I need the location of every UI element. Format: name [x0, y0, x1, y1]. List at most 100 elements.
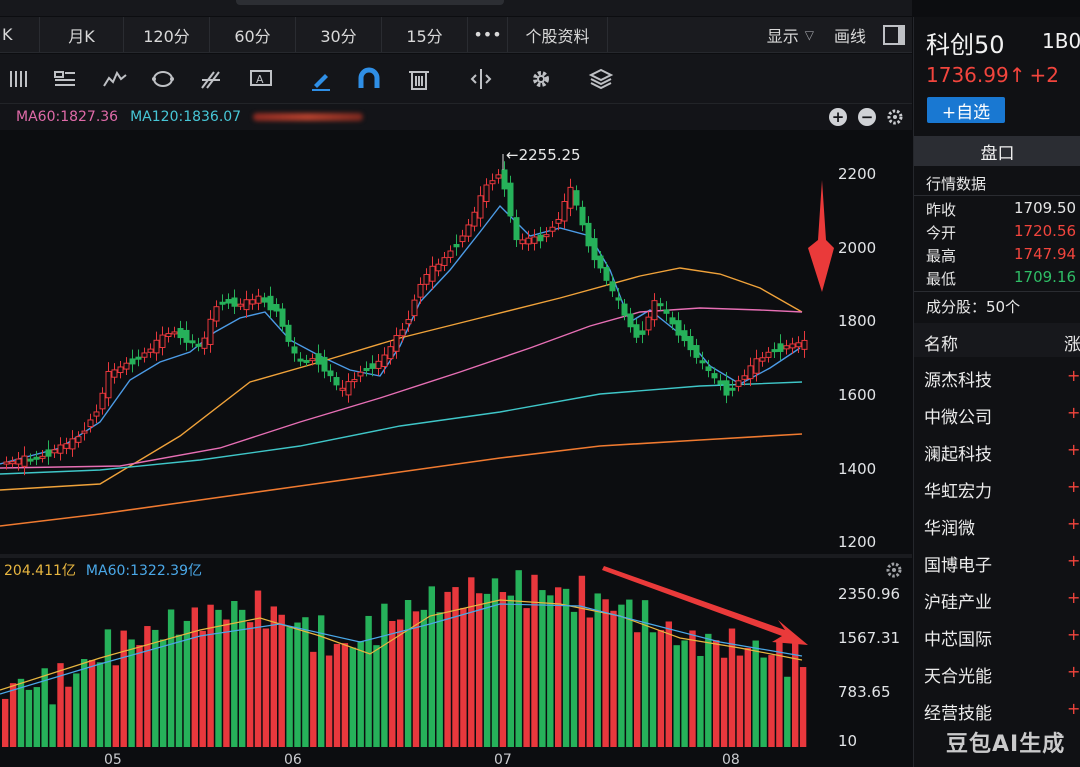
constituent-change: + [1067, 551, 1080, 570]
constituent-change: + [1067, 477, 1080, 496]
list-item[interactable]: 沪硅产业 + [914, 581, 1080, 618]
list-item[interactable]: 国博电子 + [914, 544, 1080, 581]
column-name[interactable]: 名称 [924, 330, 958, 355]
list-item[interactable]: 华润微 + [914, 507, 1080, 544]
candle-body [471, 211, 478, 227]
volume-bar [744, 647, 751, 747]
list-item[interactable]: 源杰科技 + [914, 359, 1080, 396]
constituent-name: 中芯国际 [924, 630, 992, 650]
candle-body [447, 250, 454, 258]
split-arrows-icon[interactable] [468, 66, 494, 92]
candle-body [231, 297, 238, 307]
candle-body [543, 234, 550, 238]
kline-chart[interactable] [0, 130, 912, 767]
panel-layout-icon [883, 24, 905, 45]
candle-body [615, 297, 622, 301]
list-item[interactable]: 中微公司 + [914, 396, 1080, 433]
volume-bar [215, 609, 222, 747]
price-tick-2000: 2000 [838, 239, 877, 257]
volume-bar [610, 610, 617, 747]
volume-bar [333, 643, 341, 747]
text-lines-icon[interactable] [52, 66, 78, 92]
volume-bar [697, 655, 704, 747]
candle-body [789, 343, 796, 349]
svg-text:A: A [256, 73, 264, 86]
candle-body [315, 353, 322, 365]
list-item[interactable]: 澜起科技 + [914, 433, 1080, 470]
watermark: 豆包AI生成 [946, 732, 1066, 757]
tab-120min[interactable]: 120分 [124, 17, 210, 52]
chevron-down-icon: ▽ [804, 27, 814, 42]
layout-toggle-button[interactable] [876, 17, 912, 52]
volume-bar [286, 627, 293, 747]
candle-body [285, 324, 292, 342]
constituent-change: + [1067, 440, 1080, 459]
candle-body [111, 369, 118, 378]
chart-settings-icon[interactable] [885, 107, 905, 127]
volume-bar [2, 698, 9, 747]
tab-60min[interactable]: 60分 [210, 17, 296, 52]
volume-bar [341, 643, 349, 747]
list-item[interactable]: 经营技能 + [914, 692, 1080, 729]
volume-bar [404, 600, 412, 747]
tab-order-book[interactable]: 盘口 [914, 136, 1080, 166]
volume-bar [381, 603, 388, 747]
zoom-in-icon[interactable]: + [829, 108, 847, 126]
quote-value: 1709.50 [1014, 199, 1077, 217]
window-grip[interactable] [236, 0, 504, 5]
list-item[interactable]: 华虹宏力 + [914, 470, 1080, 507]
tab-monthly-k[interactable]: 月K [40, 17, 124, 52]
list-item[interactable]: 中芯国际 + [914, 618, 1080, 655]
stock-name: 科创50 [926, 31, 1005, 59]
stock-price: 1736.99↑ +2 [926, 63, 1059, 87]
tab-15min[interactable]: 15分 [382, 17, 468, 52]
fork-icon[interactable] [198, 66, 224, 92]
volume-bar [246, 622, 254, 747]
tab-k[interactable]: K [0, 17, 40, 52]
candle-body [513, 217, 520, 241]
bars-icon[interactable] [6, 66, 32, 92]
candle-body [99, 392, 106, 410]
candle-body [333, 377, 340, 386]
candle-body [711, 373, 718, 379]
pen-icon[interactable] [308, 66, 334, 92]
x-tick-07: 07 [494, 752, 512, 767]
layers-icon[interactable] [588, 66, 614, 92]
volume-legend: 204.411亿 MA60:1322.39亿 [0, 558, 912, 582]
trend-line-icon[interactable] [102, 66, 128, 92]
quote-row-prev-close: 昨收 1709.50 [926, 199, 1080, 221]
candle-body [645, 316, 652, 331]
cycle-icon[interactable] [150, 66, 176, 92]
volume-bar [515, 570, 522, 747]
draw-line-button[interactable]: 画线 [824, 17, 876, 52]
tab-stock-profile[interactable]: 个股资料 [508, 17, 608, 52]
display-dropdown[interactable]: 显示 ▽ [757, 17, 824, 52]
constituent-change: + [1067, 625, 1080, 644]
volume-bar [9, 683, 17, 747]
constituent-change: + [1067, 662, 1080, 681]
volume-bar [412, 611, 420, 747]
tab-30min[interactable]: 30分 [296, 17, 382, 52]
column-change[interactable]: 涨 [1064, 330, 1080, 355]
candle-body [681, 330, 688, 342]
trash-icon[interactable] [406, 66, 432, 92]
candle-body [657, 303, 664, 307]
candle-body [759, 357, 766, 362]
quote-value: 1720.56 [1014, 222, 1077, 240]
more-periods-button[interactable]: ••• [468, 17, 508, 52]
gear-icon[interactable] [528, 66, 554, 92]
candle-body [219, 301, 226, 305]
candle-body [327, 370, 334, 377]
quote-value: 1747.94 [1014, 245, 1077, 263]
divider [914, 195, 1080, 196]
volume-bar [49, 704, 56, 747]
zoom-out-icon[interactable]: − [858, 108, 876, 126]
candle-body [765, 351, 772, 358]
magnet-icon[interactable] [356, 66, 382, 92]
volume-bar [136, 645, 143, 747]
list-item[interactable]: 天合光能 + [914, 655, 1080, 692]
candle-body [555, 218, 562, 224]
constituent-change: + [1067, 699, 1080, 718]
add-watchlist-button[interactable]: +自选 [927, 97, 1005, 123]
text-annotation-icon[interactable]: A [248, 66, 274, 92]
